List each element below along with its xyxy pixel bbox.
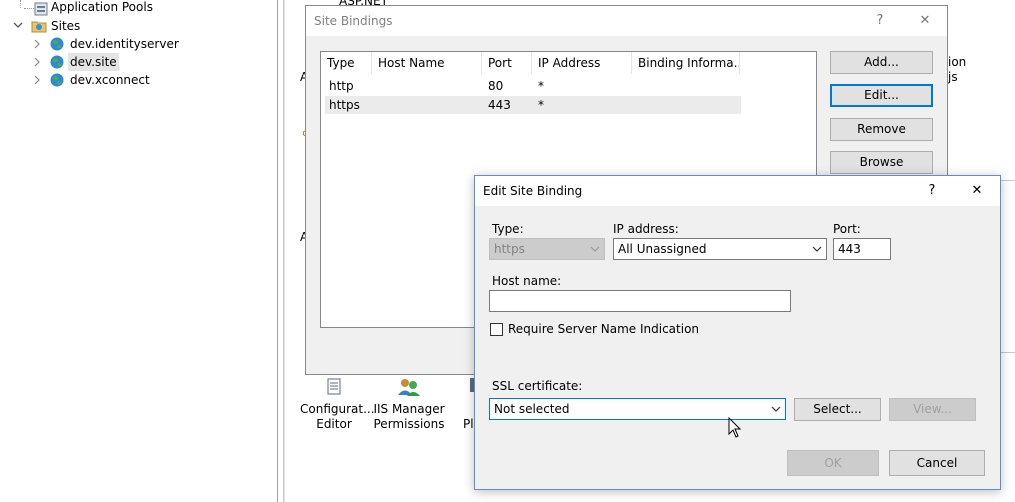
tree-item-label: dev.xconnect: [70, 73, 150, 87]
feature-fragment: js: [948, 70, 958, 84]
tree-item-dev-site[interactable]: dev.site: [0, 53, 260, 71]
feature-configuration-editor[interactable]: Configurat... Editor: [300, 378, 375, 432]
pane-splitter[interactable]: [283, 0, 285, 502]
feature-label: Permissions: [373, 417, 445, 431]
feature-fragment: Pl: [463, 417, 474, 431]
feature-label: Editor: [316, 417, 352, 431]
port-value: 443: [838, 242, 861, 256]
dialog-title: Edit Site Binding: [483, 184, 583, 198]
ip-address-value: All Unassigned: [618, 242, 707, 256]
cell-type: https: [329, 98, 360, 112]
pane-divider[interactable]: [277, 0, 278, 502]
table-row[interactable]: http 80 *: [325, 77, 741, 95]
tree-item-label: dev.site: [68, 53, 119, 71]
port-label: Port:: [833, 222, 861, 236]
tree-item-sites[interactable]: Sites: [0, 17, 260, 35]
cell-type: http: [329, 79, 354, 93]
feature-label: IIS Manager: [373, 402, 445, 416]
cell-port: 443: [488, 98, 511, 112]
column-header-binding-information[interactable]: Binding Informa...: [632, 52, 740, 74]
column-header-host-name[interactable]: Host Name: [372, 52, 482, 74]
tree-item-label: dev.identityserver: [70, 37, 179, 51]
chevron-right-icon[interactable]: [32, 35, 42, 53]
table-row[interactable]: https 443 *: [325, 96, 741, 114]
config-editor-icon: [300, 378, 368, 396]
users-icon: [373, 378, 445, 396]
view-certificate-button[interactable]: View...: [889, 398, 976, 421]
tree-item-dev-xconnect[interactable]: dev.xconnect: [0, 71, 260, 89]
chevron-down-icon: [590, 241, 600, 260]
type-select[interactable]: https: [489, 238, 605, 260]
connections-tree: Application Pools Sites dev.identityserv…: [0, 0, 277, 502]
chevron-right-icon[interactable]: [32, 53, 42, 71]
feature-label: Configurat...: [300, 402, 375, 416]
type-label: Type:: [492, 222, 524, 236]
cell-ip: *: [538, 79, 544, 93]
ip-address-label: IP address:: [613, 222, 679, 236]
chevron-right-icon[interactable]: [32, 71, 42, 89]
chevron-down-icon: [812, 241, 822, 260]
chevron-down-icon[interactable]: [13, 17, 23, 35]
mouse-cursor-icon: [728, 416, 742, 442]
require-sni-checkbox[interactable]: [490, 323, 503, 336]
cell-port: 80: [488, 79, 504, 93]
remove-button[interactable]: Remove: [830, 118, 933, 141]
dialog-titlebar[interactable]: Edit Site Binding ? ✕: [475, 176, 1000, 206]
cell-ip: *: [538, 98, 544, 112]
ok-button[interactable]: OK: [787, 450, 879, 476]
feature-iis-manager-permissions[interactable]: IIS Manager Permissions: [373, 378, 445, 432]
globe-icon: [49, 72, 65, 93]
require-sni-label[interactable]: Require Server Name Indication: [508, 322, 699, 336]
help-button[interactable]: ?: [921, 180, 943, 202]
help-button[interactable]: ?: [869, 10, 891, 32]
column-header-ip-address[interactable]: IP Address: [532, 52, 632, 74]
select-certificate-button[interactable]: Select...: [794, 398, 881, 421]
browse-button[interactable]: Browse: [830, 151, 933, 174]
close-button[interactable]: ✕: [966, 180, 988, 202]
chevron-down-icon: [771, 401, 781, 420]
tree-item-application-pools[interactable]: Application Pools: [0, 0, 260, 18]
cancel-button[interactable]: Cancel: [889, 450, 985, 476]
column-header-port[interactable]: Port: [482, 52, 532, 74]
host-name-label: Host name:: [492, 274, 562, 288]
edit-site-binding-dialog: Edit Site Binding ? ✕ Type: https IP add…: [474, 175, 1001, 490]
ssl-certificate-value: Not selected: [494, 402, 570, 416]
add-button[interactable]: Add...: [830, 51, 933, 74]
port-input[interactable]: 443: [833, 238, 891, 260]
ip-address-select[interactable]: All Unassigned: [613, 238, 827, 260]
dialog-title: Site Bindings: [314, 14, 393, 28]
tree-item-dev-identityserver[interactable]: dev.identityserver: [0, 35, 260, 53]
close-button[interactable]: ✕: [914, 10, 936, 32]
dialog-titlebar[interactable]: Site Bindings ? ✕: [306, 6, 947, 36]
tree-item-label: Sites: [51, 19, 81, 33]
edit-button[interactable]: Edit...: [830, 84, 933, 107]
feature-fragment: ion: [948, 55, 967, 69]
tree-item-label: Application Pools: [51, 0, 153, 14]
ssl-certificate-label: SSL certificate:: [492, 379, 583, 393]
column-header-type[interactable]: Type: [321, 52, 372, 74]
type-value: https: [494, 242, 525, 256]
host-name-input[interactable]: [489, 290, 791, 312]
